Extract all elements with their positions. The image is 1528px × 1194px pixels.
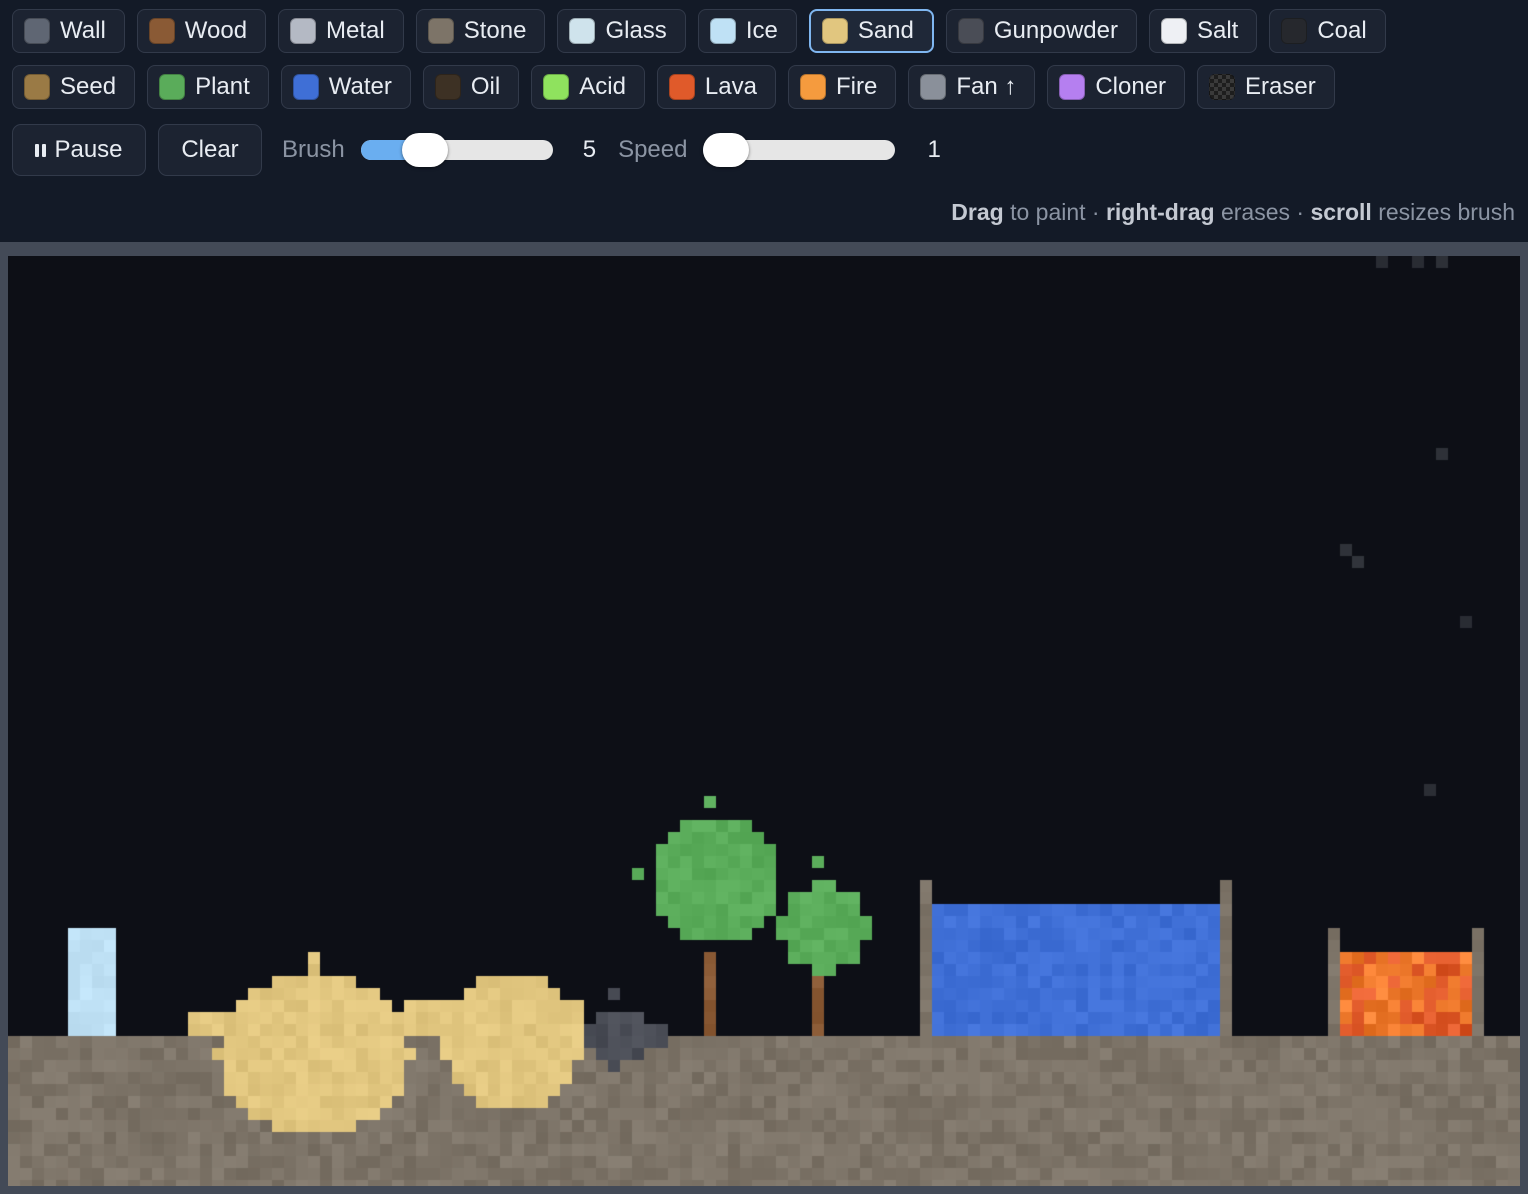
hint-scroll: scroll bbox=[1310, 199, 1372, 225]
material-glass-button[interactable]: Glass bbox=[557, 9, 686, 53]
material-salt-label: Salt bbox=[1196, 17, 1239, 44]
pause-button[interactable]: Pause bbox=[12, 124, 146, 176]
material-stone-label: Stone bbox=[463, 17, 527, 44]
material-wall-label: Wall bbox=[60, 17, 106, 44]
fan-swatch-icon bbox=[920, 74, 947, 100]
lava-swatch-icon bbox=[668, 74, 695, 100]
material-sand-button[interactable]: Sand bbox=[808, 9, 934, 53]
material-sand-label: Sand bbox=[857, 17, 914, 44]
speed-slider-thumb[interactable] bbox=[703, 133, 750, 167]
material-cloner-label: Cloner bbox=[1095, 73, 1167, 100]
material-metal-button[interactable]: Metal bbox=[278, 9, 404, 53]
material-metal-label: Metal bbox=[326, 17, 385, 44]
wood-swatch-icon bbox=[148, 18, 175, 44]
simulation-canvas[interactable] bbox=[8, 256, 1520, 1186]
material-cloner-button[interactable]: Cloner bbox=[1047, 65, 1186, 109]
material-oil-button[interactable]: Oil bbox=[422, 65, 520, 109]
material-fire-button[interactable]: Fire bbox=[787, 65, 897, 109]
metal-swatch-icon bbox=[290, 18, 317, 44]
material-fire-label: Fire bbox=[835, 73, 878, 100]
material-ice-label: Ice bbox=[745, 17, 778, 44]
coal-swatch-icon bbox=[1281, 18, 1308, 44]
material-wood-label: Wood bbox=[184, 17, 248, 44]
hint-right-drag-rest: erases · bbox=[1214, 199, 1311, 225]
material-salt-button[interactable]: Salt bbox=[1148, 9, 1258, 53]
material-wall-button[interactable]: Wall bbox=[12, 9, 125, 53]
material-acid-button[interactable]: Acid bbox=[531, 65, 645, 109]
material-row-2: Seed Plant Water Oil Acid Lava Fire Fan ↑ Cloner… bbox=[12, 65, 1335, 109]
material-water-button[interactable]: Water bbox=[280, 65, 411, 109]
material-fan-button[interactable]: Fan ↑ bbox=[908, 65, 1036, 109]
plant-swatch-icon bbox=[159, 74, 186, 100]
material-oil-label: Oil bbox=[470, 73, 501, 100]
material-coal-button[interactable]: Coal bbox=[1269, 9, 1386, 53]
hint-drag: Drag bbox=[951, 199, 1004, 225]
glass-swatch-icon bbox=[569, 18, 596, 44]
material-acid-label: Acid bbox=[579, 73, 626, 100]
material-fan-label: Fan ↑ bbox=[956, 73, 1017, 100]
clear-label: Clear bbox=[181, 136, 239, 163]
acid-swatch-icon bbox=[543, 74, 570, 100]
clear-button[interactable]: Clear bbox=[158, 124, 262, 176]
help-hint: Drag to paint · right-drag erases · scro… bbox=[951, 199, 1515, 226]
salt-swatch-icon bbox=[1160, 18, 1187, 44]
controls-bar: Pause Clear Brush 5 Speed 1 bbox=[12, 124, 941, 176]
brush-label: Brush bbox=[282, 136, 345, 163]
ice-swatch-icon bbox=[709, 18, 736, 44]
material-row-1: Wall Wood Metal Stone Glass Ice Sand Gunpowder S… bbox=[12, 9, 1386, 53]
speed-label: Speed bbox=[618, 136, 688, 163]
material-wood-button[interactable]: Wood bbox=[136, 9, 267, 53]
sand-swatch-icon bbox=[821, 18, 848, 44]
material-glass-label: Glass bbox=[605, 17, 667, 44]
brush-value: 5 bbox=[582, 136, 597, 163]
material-ice-button[interactable]: Ice bbox=[697, 9, 797, 53]
material-plant-label: Plant bbox=[195, 73, 250, 100]
pause-label: Pause bbox=[54, 136, 123, 163]
material-seed-button[interactable]: Seed bbox=[12, 65, 136, 109]
toolbar: Wall Wood Metal Stone Glass Ice Sand Gunpowder S… bbox=[0, 0, 1528, 242]
speed-value: 1 bbox=[927, 136, 941, 163]
hint-scroll-rest: resizes brush bbox=[1371, 199, 1515, 225]
wall-swatch-icon bbox=[24, 18, 50, 44]
simulation-frame bbox=[0, 242, 1528, 1194]
hint-drag-rest: to paint · bbox=[1003, 199, 1106, 225]
brush-slider-thumb[interactable] bbox=[401, 133, 448, 167]
oil-swatch-icon bbox=[434, 74, 461, 100]
seed-swatch-icon bbox=[24, 74, 50, 100]
material-seed-label: Seed bbox=[60, 73, 117, 100]
gunpowder-swatch-icon bbox=[957, 18, 984, 44]
material-coal-label: Coal bbox=[1317, 17, 1367, 44]
cloner-swatch-icon bbox=[1059, 74, 1086, 100]
stone-swatch-icon bbox=[427, 18, 454, 44]
material-water-label: Water bbox=[328, 73, 392, 100]
hint-right-drag: right-drag bbox=[1105, 199, 1215, 225]
material-plant-button[interactable]: Plant bbox=[147, 65, 269, 109]
material-lava-button[interactable]: Lava bbox=[656, 65, 776, 109]
material-eraser-button[interactable]: Eraser bbox=[1197, 65, 1335, 109]
material-stone-button[interactable]: Stone bbox=[415, 9, 546, 53]
fire-swatch-icon bbox=[799, 74, 826, 100]
material-gunpowder-label: Gunpowder bbox=[993, 17, 1118, 44]
material-gunpowder-button[interactable]: Gunpowder bbox=[945, 9, 1137, 53]
eraser-swatch-icon bbox=[1209, 74, 1236, 100]
material-lava-label: Lava bbox=[704, 73, 757, 100]
material-eraser-label: Eraser bbox=[1245, 73, 1316, 100]
pause-icon bbox=[35, 143, 47, 157]
speed-slider[interactable] bbox=[703, 133, 896, 167]
brush-slider[interactable] bbox=[360, 133, 553, 167]
water-swatch-icon bbox=[292, 74, 319, 100]
